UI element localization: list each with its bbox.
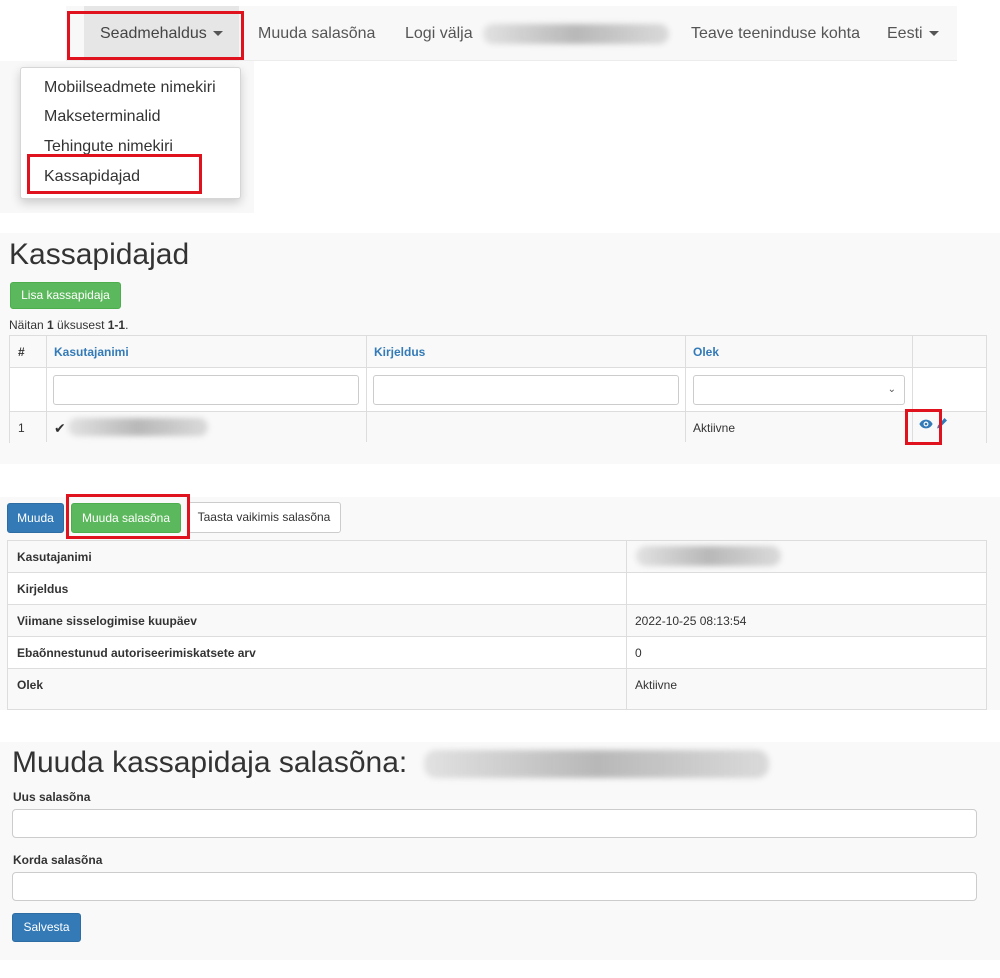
- cashiers-grid: # Kasutajanimi Kirjeldus Olek ⌄ 1 ✔ Akti…: [9, 335, 987, 444]
- dropdown-item-payment-terminals[interactable]: Makseterminalid: [44, 108, 160, 126]
- device-dropdown-menu: Mobiilseadmete nimekiri Makseterminalid …: [20, 67, 241, 199]
- detail-row-username: Kasutajanimi: [8, 541, 986, 573]
- row-status: Aktiivne: [693, 421, 736, 435]
- cashier-detail-table: Kasutajanimi Kirjeldus Viimane sisselogi…: [7, 540, 987, 710]
- change-password-button[interactable]: Muuda salasõna: [71, 503, 181, 533]
- nav-logout[interactable]: Logi välja: [405, 6, 670, 61]
- nav-change-password-label: Muuda salasõna: [258, 25, 376, 42]
- page-title: Kassapidajad: [9, 238, 190, 271]
- dropdown-item-mobile-devices[interactable]: Mobiilseadmete nimekiri: [44, 79, 216, 97]
- filter-status-select[interactable]: ⌄: [693, 375, 905, 405]
- table-row: 1 ✔ Aktiivne: [10, 412, 986, 444]
- pencil-icon[interactable]: [936, 417, 948, 436]
- col-description-header[interactable]: Kirjeldus: [374, 345, 425, 359]
- nav-service-info-label: Teave teeninduse kohta: [691, 25, 861, 42]
- col-username-header[interactable]: Kasutajanimi: [54, 345, 129, 359]
- new-password-label: Uus salasõna: [13, 790, 91, 804]
- edit-button[interactable]: Muuda: [7, 503, 64, 533]
- form-title: Muuda kassapidaja salasõna:: [12, 746, 769, 780]
- detail-row-last-login: Viimane sisselogimise kuupäev 2022-10-25…: [8, 605, 986, 637]
- save-button[interactable]: Salvesta: [12, 913, 81, 942]
- grid-col-divider: [366, 336, 367, 442]
- col-status-header[interactable]: Olek: [693, 345, 719, 359]
- top-navbar: Seadmehaldus Muuda salasõna Logi välja T…: [66, 6, 957, 61]
- chevron-down-icon: ⌄: [887, 384, 896, 395]
- dropdown-backdrop: Mobiilseadmete nimekiri Makseterminalid …: [0, 61, 254, 213]
- repeat-password-label: Korda salasõna: [13, 853, 103, 867]
- dropdown-item-transactions[interactable]: Tehingute nimekiri: [44, 138, 173, 156]
- detail-label: Olek: [17, 678, 44, 692]
- caret-down-icon: [212, 31, 223, 37]
- form-title-text: Muuda kassapidaja salasõna:: [12, 746, 408, 779]
- detail-label: Ebaõnnestunud autoriseerimiskatsete arv: [17, 646, 256, 660]
- nav-logout-label: Logi välja: [405, 25, 473, 42]
- eye-icon[interactable]: [919, 417, 933, 436]
- add-cashier-button[interactable]: Lisa kassapidaja: [10, 282, 121, 309]
- detail-label: Kirjeldus: [17, 582, 69, 596]
- checkmark-icon: ✔: [54, 420, 66, 436]
- col-index-header: #: [18, 345, 25, 359]
- detail-row-failed-attempts: Ebaõnnestunud autoriseerimiskatsete arv …: [8, 637, 986, 669]
- summary-suffix: .: [125, 318, 129, 332]
- redacted-username: [636, 546, 781, 566]
- filter-description-input[interactable]: [373, 375, 679, 405]
- detail-label: Kasutajanimi: [17, 550, 92, 564]
- detail-label: Viimane sisselogimise kuupäev: [17, 614, 197, 628]
- summary-prefix: Näitan: [9, 318, 48, 332]
- grid-filter-row: ⌄: [10, 368, 986, 412]
- summary-text: Näitan 1 üksusest 1-1.: [9, 318, 128, 332]
- nav-service-info[interactable]: Teave teeninduse kohta: [691, 6, 860, 61]
- cashier-detail-panel: Muuda Muuda salasõna Taasta vaikimis sal…: [0, 494, 1000, 710]
- nav-device-management-label: Seadmehaldus: [100, 25, 207, 42]
- grid-header-row: # Kasutajanimi Kirjeldus Olek: [10, 336, 986, 368]
- new-password-input[interactable]: [12, 809, 977, 838]
- redacted-username: [483, 23, 670, 44]
- reset-password-button[interactable]: Taasta vaikimis salasõna: [187, 502, 341, 533]
- grid-col-divider: [46, 336, 47, 442]
- grid-col-divider: [685, 336, 686, 442]
- change-password-panel: Muuda kassapidaja salasõna: Uus salasõna…: [0, 742, 1000, 960]
- nav-change-password[interactable]: Muuda salasõna: [258, 6, 375, 61]
- detail-value: Aktiivne: [635, 678, 678, 692]
- row-index: 1: [18, 421, 25, 435]
- nav-language-label: Eesti: [887, 25, 923, 42]
- nav-language[interactable]: Eesti: [887, 6, 939, 61]
- summary-middle: üksusest: [53, 318, 108, 332]
- repeat-password-input[interactable]: [12, 872, 977, 901]
- cashiers-list-panel: Kassapidajad Lisa kassapidaja Näitan 1 ü…: [0, 233, 1000, 464]
- filter-username-input[interactable]: [53, 375, 359, 405]
- grid-col-divider: [912, 336, 913, 442]
- detail-value: 2022-10-25 08:13:54: [635, 614, 747, 628]
- detail-row-status: Olek Aktiivne: [8, 669, 986, 709]
- redacted-username: [423, 750, 769, 779]
- summary-count: 1: [47, 318, 54, 332]
- dropdown-item-cashiers[interactable]: Kassapidajad: [44, 168, 140, 186]
- redacted-username: [68, 418, 208, 436]
- detail-col-divider: [626, 541, 627, 709]
- detail-value: 0: [635, 646, 642, 660]
- nav-device-management[interactable]: Seadmehaldus: [84, 6, 239, 61]
- detail-row-description: Kirjeldus: [8, 573, 986, 605]
- summary-range: 1-1: [107, 318, 126, 332]
- caret-down-icon: [928, 31, 939, 37]
